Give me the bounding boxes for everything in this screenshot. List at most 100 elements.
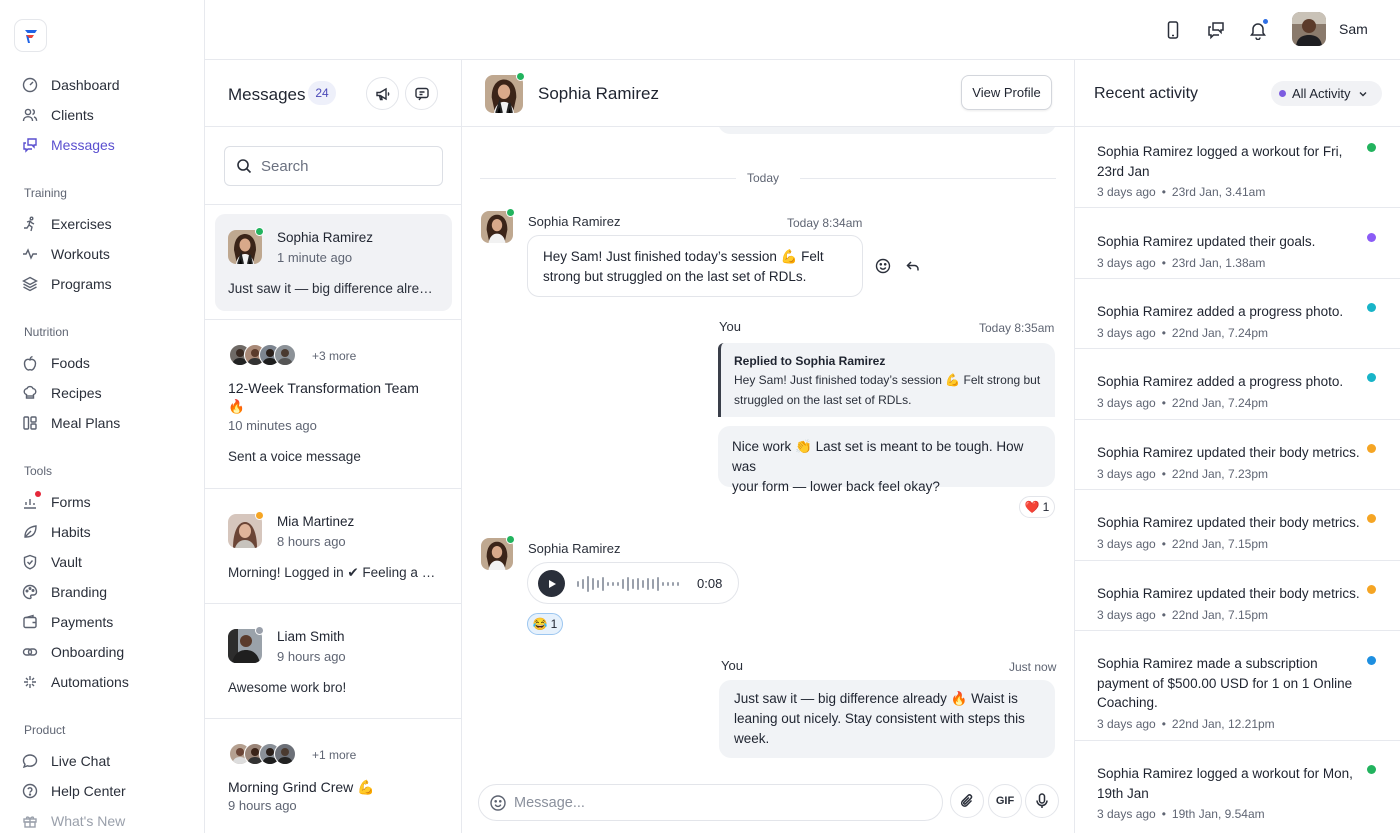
nav-branding[interactable]: Branding — [22, 580, 107, 604]
nav-clients[interactable]: Clients — [22, 103, 94, 127]
message-text-line: strong but struggled on the last set of … — [543, 269, 807, 284]
activity-text: Sophia Ramirez logged a workout for Fri,… — [1097, 144, 1343, 179]
conversation-item-group-morning-grind[interactable]: +1 more Morning Grind Crew 💪 9 hours ago — [205, 718, 461, 833]
quoted-reply-text: Hey Sam! Just finished today’s session 💪… — [734, 373, 1041, 387]
user-name[interactable]: Sam — [1339, 21, 1368, 37]
activity-item[interactable]: Sophia Ramirez logged a workout for Fri,… — [1075, 127, 1400, 208]
filter-dot — [1279, 90, 1286, 97]
gif-button[interactable]: GIF — [988, 784, 1022, 818]
contact-avatar[interactable] — [485, 75, 523, 113]
users-icon — [22, 107, 38, 123]
reaction-heart[interactable]: ❤️ 1 — [1019, 496, 1055, 518]
conversation-time: 8 hours ago — [277, 534, 346, 549]
nav-live-chat[interactable]: Live Chat — [22, 749, 110, 773]
conversation-item-mia[interactable]: Mia Martinez 8 hours ago Morning! Logged… — [205, 488, 461, 603]
emoji-icon[interactable] — [489, 794, 507, 812]
nav-label: Automations — [51, 674, 129, 690]
message-composer — [478, 784, 943, 821]
reply-icon[interactable] — [904, 257, 922, 275]
nav-meal-plans[interactable]: Meal Plans — [22, 411, 120, 435]
nav-programs[interactable]: Programs — [22, 272, 112, 296]
conversation-item-group-transformation[interactable]: +3 more 12-Week Transformation Team 🔥 10… — [205, 319, 461, 487]
app-logo[interactable] — [14, 19, 47, 52]
activity-filter-dropdown[interactable]: All Activity — [1271, 81, 1382, 106]
conversation-name: Mia Martinez — [277, 514, 355, 529]
nav-payments[interactable]: Payments — [22, 610, 113, 634]
nav-messages[interactable]: Messages — [22, 133, 115, 157]
activity-text: Sophia Ramirez made a subscription payme… — [1097, 656, 1353, 710]
voice-record-button[interactable] — [1025, 784, 1059, 818]
broadcast-button[interactable] — [366, 77, 399, 110]
avatar — [274, 743, 296, 765]
nav-onboarding[interactable]: Onboarding — [22, 640, 124, 664]
nav-dashboard[interactable]: Dashboard — [22, 73, 120, 97]
nav-habits[interactable]: Habits — [22, 520, 91, 544]
search-box[interactable] — [224, 146, 443, 186]
attach-button[interactable] — [950, 784, 984, 818]
play-button[interactable] — [538, 570, 565, 597]
sparkle-icon — [22, 674, 38, 690]
message-bubble: Just saw it — big difference already 🔥 W… — [719, 680, 1055, 758]
help-icon — [22, 783, 38, 799]
activity-text: Sophia Ramirez updated their body metric… — [1097, 445, 1360, 460]
activity-item[interactable]: Sophia Ramirez made a subscription payme… — [1075, 631, 1400, 741]
nav-label: Recipes — [51, 385, 102, 401]
nav-whats-new[interactable]: What's New — [22, 809, 125, 833]
nav-workouts[interactable]: Workouts — [22, 242, 110, 266]
nav-label: Messages — [51, 137, 115, 153]
user-avatar[interactable] — [1292, 12, 1326, 46]
search-input[interactable] — [261, 157, 431, 175]
conversation-item-sophia[interactable]: Sophia Ramirez 1 minute ago Just saw it … — [205, 214, 461, 311]
nav-exercises[interactable]: Exercises — [22, 212, 112, 236]
nav-label: Workouts — [51, 246, 110, 262]
activity-item[interactable]: Sophia Ramirez logged a workout for Mon,… — [1075, 741, 1400, 833]
phone-icon[interactable] — [1163, 20, 1183, 40]
nav-label: Habits — [51, 524, 91, 540]
forms-alert-dot — [35, 491, 41, 497]
message-bubble: Hey Sam! Just finished today’s session 💪… — [527, 235, 863, 297]
nav-vault[interactable]: Vault — [22, 550, 82, 574]
message-input[interactable] — [514, 794, 914, 811]
bell-icon[interactable] — [1248, 18, 1269, 40]
chat-bubbles-icon[interactable] — [1206, 20, 1226, 40]
activity-item[interactable]: Sophia Ramirez added a progress photo. 3… — [1075, 349, 1400, 420]
microphone-icon — [1033, 792, 1051, 810]
nav-foods[interactable]: Foods — [22, 351, 90, 375]
reaction-emoji: 😂 — [532, 617, 548, 631]
activity-item[interactable]: Sophia Ramirez updated their body metric… — [1075, 490, 1400, 561]
activity-item[interactable]: Sophia Ramirez updated their body metric… — [1075, 420, 1400, 490]
view-profile-button[interactable]: View Profile — [961, 75, 1052, 110]
activity-ago: 3 days ago — [1097, 537, 1156, 551]
running-icon — [22, 216, 38, 232]
quoted-reply[interactable]: Replied to Sophia Ramirez Hey Sam! Just … — [718, 343, 1055, 417]
dashboard-icon — [22, 77, 38, 93]
activity-status-dot — [1367, 303, 1376, 312]
nav-forms[interactable]: Forms — [22, 490, 91, 514]
message-sender: You — [719, 319, 741, 334]
reaction-laugh[interactable]: 😂 1 — [527, 613, 563, 635]
chef-hat-icon — [22, 385, 38, 401]
pulse-icon — [22, 246, 38, 262]
online-status-dot — [506, 535, 515, 544]
message-text-line: leaning out nicely. Stay consistent with… — [734, 711, 1025, 726]
nav-recipes[interactable]: Recipes — [22, 381, 102, 405]
activity-item[interactable]: Sophia Ramirez added a progress photo. 3… — [1075, 279, 1400, 349]
compose-icon — [414, 86, 430, 102]
conversation-emoji: 🔥 — [228, 399, 245, 414]
activity-item[interactable]: Sophia Ramirez updated their goals. 3 da… — [1075, 208, 1400, 279]
nav-automations[interactable]: Automations — [22, 670, 129, 694]
day-divider-label: Today — [747, 171, 780, 185]
divider — [205, 204, 461, 205]
activity-item[interactable]: Sophia Ramirez updated their body metric… — [1075, 561, 1400, 631]
conversation-item-liam[interactable]: Liam Smith 9 hours ago Awesome work bro! — [205, 603, 461, 718]
new-message-button[interactable] — [405, 77, 438, 110]
message-text-line: Just saw it — big difference already 🔥 W… — [734, 691, 1018, 706]
search-icon — [236, 158, 252, 174]
react-emoji-icon[interactable] — [874, 257, 892, 275]
message-sender: Sophia Ramirez — [528, 541, 621, 556]
conversation-name: Morning Grind Crew 💪 — [228, 779, 375, 795]
nav-label: What's New — [51, 813, 126, 829]
nav-help-center[interactable]: Help Center — [22, 779, 126, 803]
avatar — [274, 344, 296, 366]
activity-date: 19th Jan, 9.54am — [1171, 807, 1265, 821]
